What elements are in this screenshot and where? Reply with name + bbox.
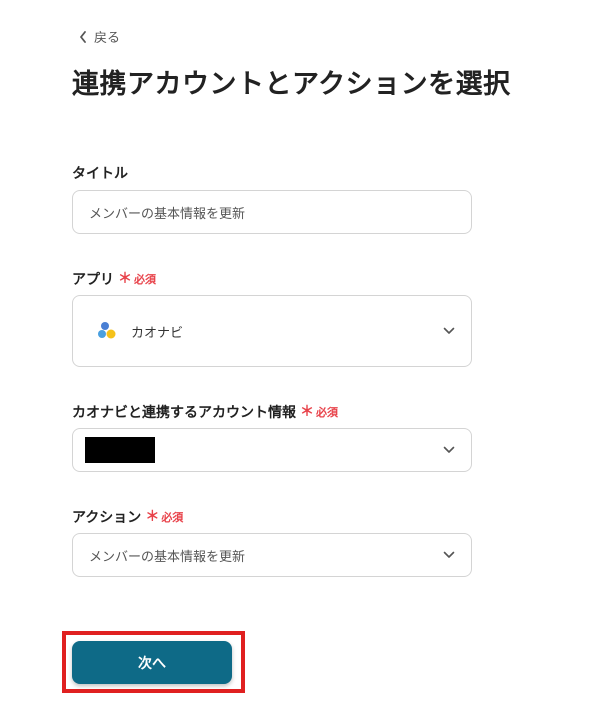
back-link[interactable]: 戻る xyxy=(78,27,120,46)
account-label-text: カオナビと連携するアカウント情報 xyxy=(72,405,296,421)
required-badge: ＊ 必須 xyxy=(300,404,338,420)
app-select-value: カオナビ xyxy=(131,325,184,341)
required-text: 必須 xyxy=(316,406,338,419)
account-select[interactable] xyxy=(72,428,472,472)
action-select[interactable]: メンバーの基本情報を更新 xyxy=(72,533,472,577)
required-badge: ＊ 必須 xyxy=(145,509,183,525)
page-title: 連携アカウントとアクションを選択 xyxy=(72,69,511,100)
chevron-left-icon xyxy=(80,30,86,43)
chevron-down-icon xyxy=(443,446,455,453)
asterisk-icon: ＊ xyxy=(145,509,160,525)
app-label-text: アプリ xyxy=(72,272,114,288)
required-text: 必須 xyxy=(161,511,184,524)
account-field-label: カオナビと連携するアカウント情報 ＊ 必須 xyxy=(72,402,338,422)
title-label-text: タイトル xyxy=(72,166,128,182)
chevron-down-icon xyxy=(443,551,455,558)
title-input[interactable]: メンバーの基本情報を更新 xyxy=(72,190,472,234)
asterisk-icon: ＊ xyxy=(118,271,132,287)
app-select[interactable]: カオナビ xyxy=(72,295,472,367)
app-field-label: アプリ ＊ 必須 xyxy=(72,269,156,289)
redacted-account-value xyxy=(85,437,155,463)
action-label-text: アクション xyxy=(72,510,142,526)
title-input-value: メンバーの基本情報を更新 xyxy=(89,206,246,222)
title-field-label: タイトル xyxy=(72,163,128,183)
back-label: 戻る xyxy=(94,31,121,46)
required-text: 必須 xyxy=(134,273,156,286)
required-badge: ＊ 必須 xyxy=(118,271,156,287)
action-field-label: アクション ＊ 必須 xyxy=(72,507,183,527)
kaonavi-logo-icon xyxy=(98,322,116,339)
action-select-value: メンバーの基本情報を更新 xyxy=(89,549,246,565)
asterisk-icon: ＊ xyxy=(300,404,314,420)
chevron-down-icon xyxy=(443,327,455,334)
next-button[interactable]: 次へ xyxy=(72,641,232,684)
